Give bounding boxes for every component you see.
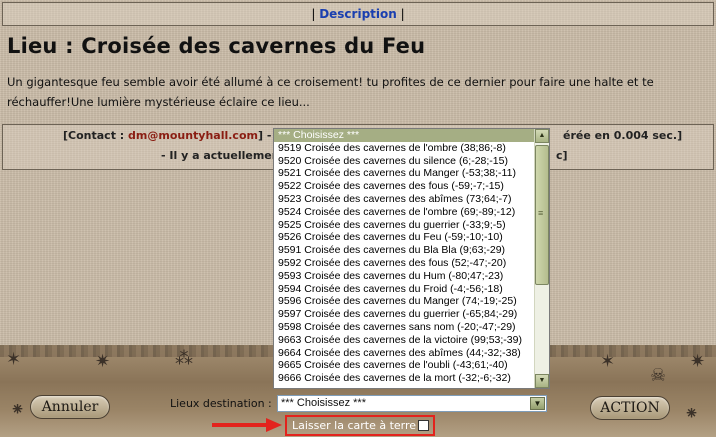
lieux-dropdown-list[interactable]: *** Choisissez *** 9519 Croisée des cave…: [273, 128, 550, 389]
online-count-suffix: c]: [556, 149, 568, 162]
dropdown-option[interactable]: 9666 Croisée des cavernes de la mort (-3…: [274, 372, 536, 385]
contact-email-link[interactable]: dm@mountyhall.com: [128, 129, 258, 142]
dropdown-option[interactable]: 9664 Croisée des cavernes des abîmes (44…: [274, 347, 536, 360]
chevron-down-icon[interactable]: ▼: [530, 397, 545, 410]
nav-separator: |: [400, 7, 405, 21]
nav-separator: |: [311, 7, 316, 21]
skull-decoration-icon: ☠: [650, 365, 667, 386]
laisser-carte-checkbox[interactable]: [418, 420, 429, 431]
dropdown-option[interactable]: 9591 Croisée des cavernes du Bla Bla (9;…: [274, 244, 536, 257]
dropdown-option[interactable]: 9594 Croisée des cavernes du Froid (-4;-…: [274, 283, 536, 296]
dropdown-option[interactable]: 9597 Croisée des cavernes du guerrier (-…: [274, 308, 536, 321]
scroll-thumb[interactable]: [535, 145, 549, 285]
dropdown-option[interactable]: 9598 Croisée des cavernes sans nom (-20;…: [274, 321, 536, 334]
dropdown-option[interactable]: 9593 Croisée des cavernes du Hum (-80;47…: [274, 270, 536, 283]
root-decoration-icon: ✷: [690, 351, 706, 372]
dropdown-option[interactable]: 9596 Croisée des cavernes du Manger (74;…: [274, 295, 536, 308]
action-button[interactable]: ACTION: [590, 396, 670, 420]
dropdown-option[interactable]: 9663 Croisée des cavernes de la victoire…: [274, 334, 536, 347]
place-description: Un gigantesque feu semble avoir été allu…: [7, 75, 654, 109]
scroll-down-icon[interactable]: ▼: [535, 374, 549, 388]
laisser-carte-label: Laisser la carte à terre: [292, 419, 417, 432]
dropdown-option[interactable]: 9525 Croisée des cavernes du guerrier (-…: [274, 219, 536, 232]
root-decoration-icon: ⁂: [175, 348, 193, 369]
top-nav: | Description |: [2, 2, 714, 26]
root-decoration-icon: ✶: [6, 349, 22, 370]
lieux-destination-label: Lieux destination :: [170, 397, 272, 410]
dropdown-option[interactable]: 9520 Croisée des cavernes du silence (6;…: [274, 155, 536, 168]
option-list: *** Choisissez *** 9519 Croisée des cave…: [274, 129, 536, 385]
dropdown-option[interactable]: 9592 Croisée des cavernes des fous (52;-…: [274, 257, 536, 270]
dropdown-option[interactable]: 9524 Croisée des cavernes de l'ombre (69…: [274, 206, 536, 219]
select-value: *** Choisissez ***: [281, 397, 366, 409]
lieux-destination-select[interactable]: *** Choisissez *** ▼: [277, 395, 547, 412]
description-link[interactable]: Description: [319, 7, 397, 21]
root-decoration-icon: ⁕: [10, 399, 26, 420]
online-count-text: - Il y a actuellement: [161, 149, 285, 162]
generation-time: érée en 0.004 sec.]: [563, 129, 683, 142]
root-decoration-icon: ✷: [95, 351, 111, 372]
dropdown-option[interactable]: *** Choisissez ***: [274, 129, 536, 142]
root-decoration-icon: ✶: [600, 351, 616, 372]
dropdown-option[interactable]: 9523 Croisée des cavernes des abîmes (73…: [274, 193, 536, 206]
dropdown-option[interactable]: 9526 Croisée des cavernes du Feu (-59;-1…: [274, 231, 536, 244]
laisser-carte-option: Laisser la carte à terre: [285, 415, 435, 436]
scroll-up-icon[interactable]: ▲: [535, 129, 549, 143]
dropdown-option[interactable]: 9519 Croisée des cavernes de l'ombre (38…: [274, 142, 536, 155]
dropdown-option[interactable]: 9665 Croisée des cavernes de l'oubli (-4…: [274, 359, 536, 372]
contact-line: [Contact : dm@mountyhall.com] - [He: [63, 129, 297, 142]
red-arrow-icon: [212, 418, 282, 432]
dropdown-option[interactable]: 9521 Croisée des cavernes du Manger (-53…: [274, 167, 536, 180]
dropdown-scrollbar[interactable]: ▲ ▼: [534, 129, 549, 388]
annuler-button[interactable]: Annuler: [30, 395, 110, 419]
contact-prefix: [Contact :: [63, 129, 129, 142]
dropdown-option[interactable]: 9522 Croisée des cavernes des fous (-59;…: [274, 180, 536, 193]
page-title: Lieu : Croisée des cavernes du Feu: [7, 34, 426, 58]
root-decoration-icon: ⁕: [684, 403, 700, 424]
